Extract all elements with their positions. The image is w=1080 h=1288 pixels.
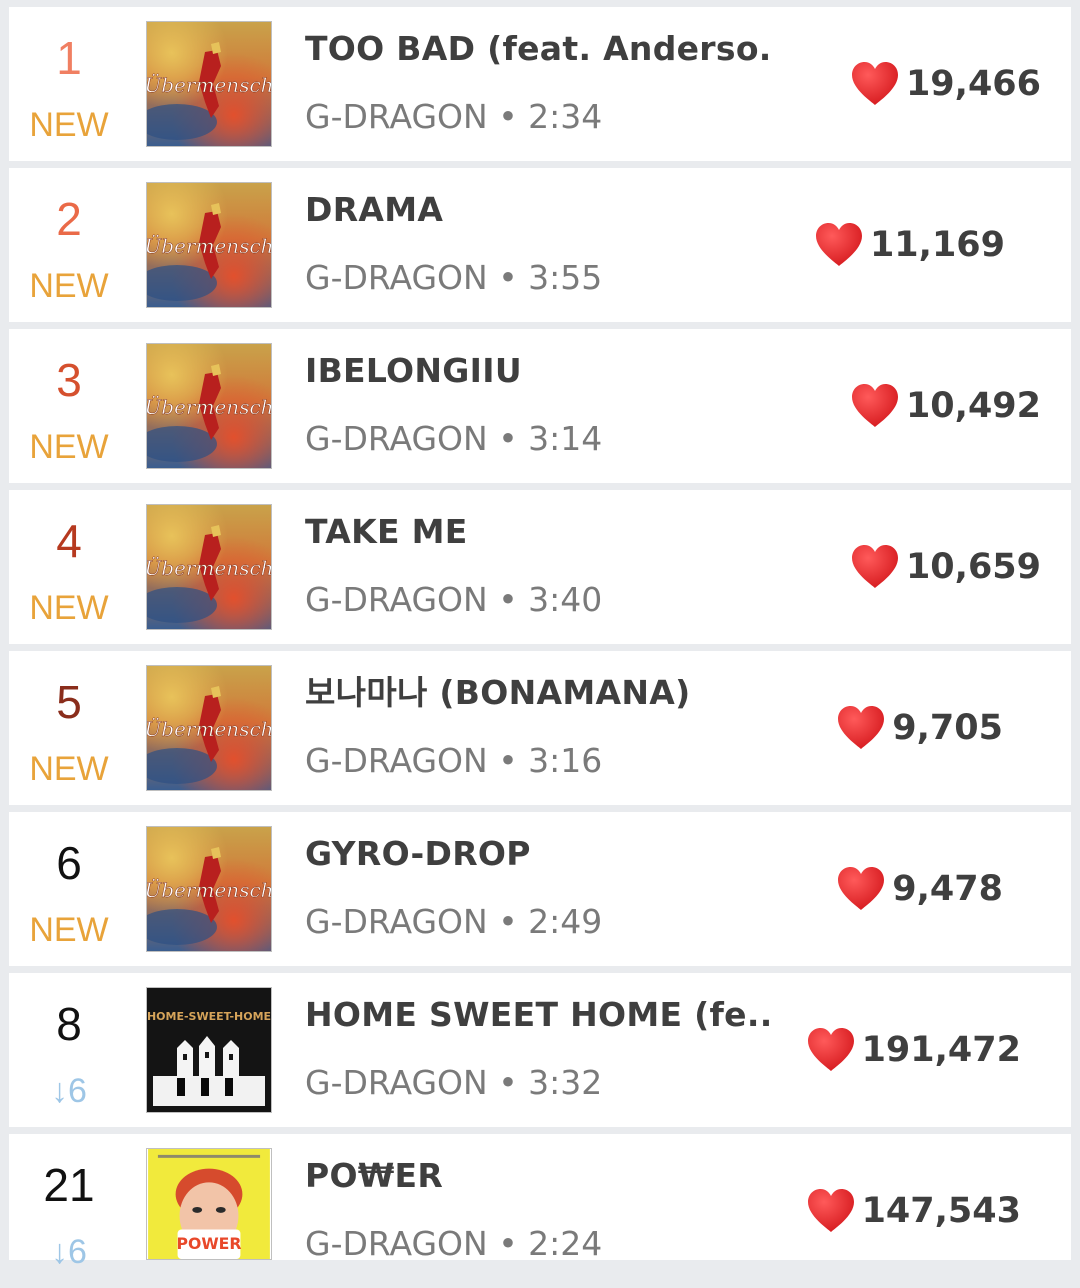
song-artist-duration: G-DRAGON • 3:55 xyxy=(305,258,603,297)
like-button[interactable]: 191,472 xyxy=(806,1025,1021,1075)
song-title[interactable]: DRAMA xyxy=(305,190,775,230)
heart-icon xyxy=(850,383,900,429)
album-cover[interactable]: HOME-SWEET-HOME xyxy=(146,987,272,1113)
rank-change-new: NEW xyxy=(29,267,109,305)
rank-number: 6 xyxy=(56,837,82,889)
like-count: 9,705 xyxy=(892,708,1003,748)
like-button[interactable]: 10,492 xyxy=(850,381,1041,431)
chart-row[interactable]: 5 NEW Übermensch 보나마나 (BONAMANA) G-DRAGO… xyxy=(9,651,1071,805)
svg-text:Übermensch: Übermensch xyxy=(147,233,271,258)
like-button[interactable]: 147,543 xyxy=(806,1186,1021,1236)
chart-row[interactable]: 4 NEW Übermensch TAKE ME G-DRAGON • 3:40… xyxy=(9,490,1071,644)
rank-number: 5 xyxy=(56,676,82,728)
svg-text:Übermensch: Übermensch xyxy=(147,555,271,580)
svg-text:Übermensch: Übermensch xyxy=(147,716,271,741)
rank-column: 6 NEW xyxy=(9,812,129,966)
rank-column: 21 ↓6 xyxy=(9,1134,129,1288)
rank-change-new: NEW xyxy=(29,750,109,788)
song-artist-duration: G-DRAGON • 3:14 xyxy=(305,419,603,458)
song-title[interactable]: TAKE ME xyxy=(305,512,775,552)
heart-icon xyxy=(806,1188,856,1234)
like-button[interactable]: 9,478 xyxy=(836,864,1003,914)
heart-icon xyxy=(836,866,886,912)
song-artist-duration: G-DRAGON • 2:24 xyxy=(305,1224,603,1263)
chart-list: 1 NEW Übermensch TOO BAD (feat. Anderso.… xyxy=(0,0,1080,1271)
svg-text:Übermensch: Übermensch xyxy=(147,877,271,902)
heart-icon xyxy=(806,1027,856,1073)
album-cover[interactable]: Übermensch xyxy=(146,826,272,952)
album-cover[interactable]: Übermensch xyxy=(146,182,272,308)
song-artist-duration: G-DRAGON • 2:34 xyxy=(305,97,603,136)
rank-change-down: ↓6 xyxy=(51,1072,87,1110)
heart-icon xyxy=(814,222,864,268)
rank-number: 8 xyxy=(56,998,82,1050)
chart-row[interactable]: 8 ↓6 HOME-SWEET-HOME HOME SWEET HOME (fe… xyxy=(9,973,1071,1127)
like-count: 19,466 xyxy=(905,64,1041,104)
like-count: 9,478 xyxy=(892,869,1003,909)
chart-row[interactable]: 2 NEW Übermensch DRAMA G-DRAGON • 3:55 1… xyxy=(9,168,1071,322)
like-button[interactable]: 11,169 xyxy=(814,220,1005,270)
like-count: 191,472 xyxy=(861,1030,1021,1070)
song-artist-duration: G-DRAGON • 3:32 xyxy=(305,1063,603,1102)
like-count: 10,659 xyxy=(905,547,1041,587)
rank-change-new: NEW xyxy=(29,911,109,949)
song-title[interactable]: GYRO-DROP xyxy=(305,834,775,874)
like-button[interactable]: 10,659 xyxy=(850,542,1041,592)
rank-change-new: NEW xyxy=(29,428,109,466)
heart-icon xyxy=(850,544,900,590)
song-title[interactable]: HOME SWEET HOME (fe... xyxy=(305,995,775,1035)
rank-change-new: NEW xyxy=(29,589,109,627)
heart-icon xyxy=(850,61,900,107)
chart-row[interactable]: 3 NEW Übermensch IBELONGIIU G-DRAGON • 3… xyxy=(9,329,1071,483)
like-button[interactable]: 9,705 xyxy=(836,703,1003,753)
album-cover[interactable]: Übermensch xyxy=(146,21,272,147)
rank-number: 2 xyxy=(56,193,82,245)
rank-column: 1 NEW xyxy=(9,7,129,161)
like-count: 147,543 xyxy=(861,1191,1021,1231)
song-artist-duration: G-DRAGON • 3:16 xyxy=(305,741,603,780)
song-artist-duration: G-DRAGON • 3:40 xyxy=(305,580,603,619)
rank-number: 21 xyxy=(43,1159,95,1211)
chart-row[interactable]: 1 NEW Übermensch TOO BAD (feat. Anderso.… xyxy=(9,7,1071,161)
chart-row[interactable]: 21 ↓6 POWER PO₩ER G-DRAGON • 2:24 147,54… xyxy=(9,1134,1071,1271)
song-title[interactable]: TOO BAD (feat. Anderso... xyxy=(305,29,775,69)
rank-column: 4 NEW xyxy=(9,490,129,644)
song-title[interactable]: IBELONGIIU xyxy=(305,351,775,391)
song-artist-duration: G-DRAGON • 2:49 xyxy=(305,902,603,941)
like-count: 11,169 xyxy=(869,225,1005,265)
heart-icon xyxy=(836,705,886,751)
rank-number: 4 xyxy=(56,515,82,567)
like-count: 10,492 xyxy=(905,386,1041,426)
song-title[interactable]: PO₩ER xyxy=(305,1156,775,1196)
rank-column: 8 ↓6 xyxy=(9,973,129,1127)
song-title[interactable]: 보나마나 (BONAMANA) xyxy=(305,673,775,713)
album-cover[interactable]: POWER xyxy=(146,1148,272,1260)
rank-number: 3 xyxy=(56,354,82,406)
svg-text:Übermensch: Übermensch xyxy=(147,394,271,419)
album-cover[interactable]: Übermensch xyxy=(146,343,272,469)
chart-row[interactable]: 6 NEW Übermensch GYRO-DROP G-DRAGON • 2:… xyxy=(9,812,1071,966)
rank-number: 1 xyxy=(56,32,82,84)
svg-text:HOME-SWEET-HOME: HOME-SWEET-HOME xyxy=(147,1010,271,1023)
rank-change-down: ↓6 xyxy=(51,1233,87,1271)
like-button[interactable]: 19,466 xyxy=(850,59,1041,109)
album-cover[interactable]: Übermensch xyxy=(146,504,272,630)
svg-text:POWER: POWER xyxy=(177,1234,242,1253)
rank-change-new: NEW xyxy=(29,106,109,144)
rank-column: 3 NEW xyxy=(9,329,129,483)
album-cover[interactable]: Übermensch xyxy=(146,665,272,791)
rank-column: 5 NEW xyxy=(9,651,129,805)
svg-text:Übermensch: Übermensch xyxy=(147,72,271,97)
rank-column: 2 NEW xyxy=(9,168,129,322)
